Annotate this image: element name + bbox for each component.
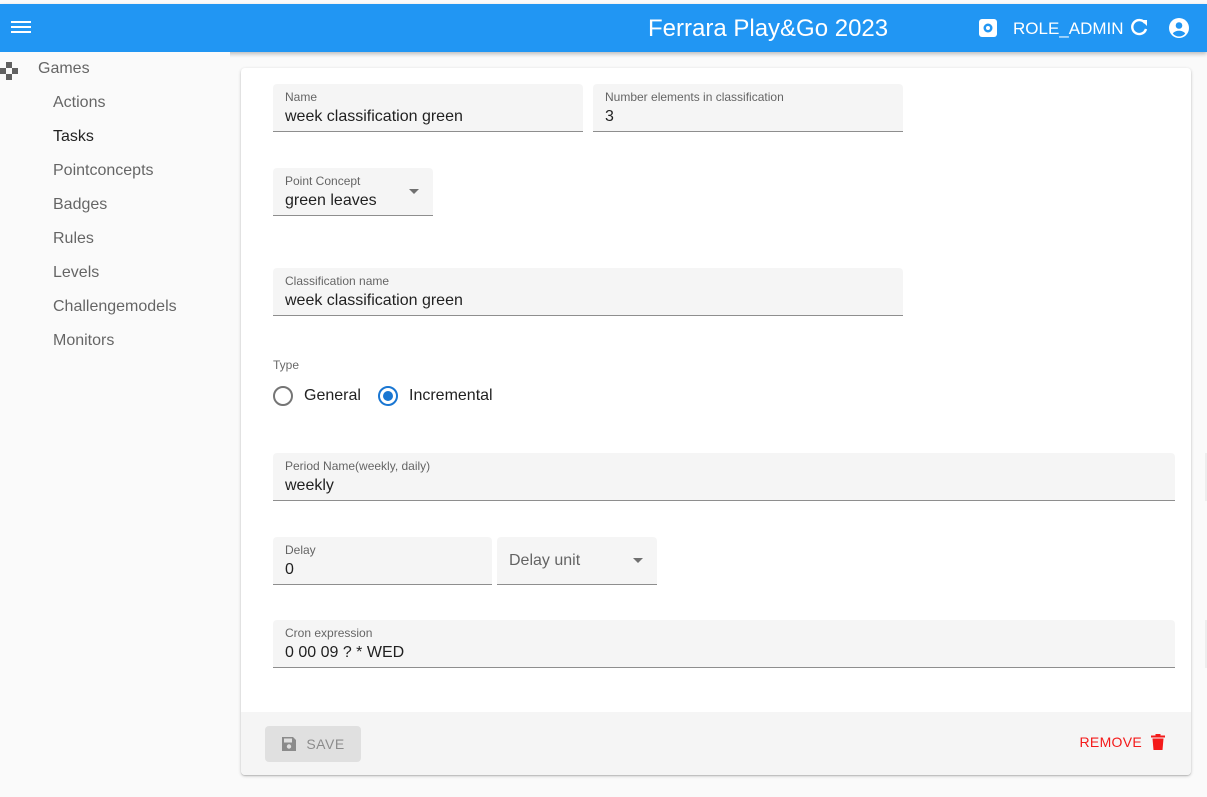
type-radio-incremental[interactable]: Incremental bbox=[378, 386, 493, 406]
radio-checked-icon bbox=[378, 386, 398, 406]
delay-unit-select[interactable]: Delay unit bbox=[497, 537, 657, 585]
cron-expression-field[interactable]: Cron expression 0 00 09 ? * WED bbox=[273, 620, 1175, 668]
type-radio-incremental-label: Incremental bbox=[409, 387, 493, 404]
sidebar-item-actions[interactable]: Actions bbox=[53, 94, 105, 112]
sidebar-item-pointconcepts[interactable]: Pointconcepts bbox=[53, 162, 154, 180]
name-field[interactable]: Name week classification green bbox=[273, 84, 583, 132]
cron-expression-value: 0 00 09 ? * WED bbox=[285, 644, 405, 661]
point-concept-label: Point Concept bbox=[285, 174, 361, 188]
delay-label: Delay bbox=[285, 543, 316, 557]
menu-icon[interactable] bbox=[10, 18, 32, 38]
number-elements-field[interactable]: Number elements in classification 3 bbox=[593, 84, 903, 132]
sidebar-item-challengemodels[interactable]: Challengemodels bbox=[53, 298, 177, 316]
delete-icon bbox=[1151, 734, 1165, 750]
chevron-down-icon bbox=[633, 558, 643, 563]
classification-name-label: Classification name bbox=[285, 274, 390, 288]
refresh-icon[interactable] bbox=[1128, 17, 1150, 39]
type-radio-general-label: General bbox=[304, 387, 361, 404]
sidebar: Games Actions Tasks Pointconcepts Badges… bbox=[0, 52, 230, 797]
task-form-card: Name week classification green Number el… bbox=[241, 68, 1191, 775]
save-label: SAVE bbox=[306, 736, 345, 752]
chevron-down-icon bbox=[409, 189, 419, 194]
delay-unit-placeholder: Delay unit bbox=[509, 552, 581, 569]
user-role: ROLE_ADMIN bbox=[1013, 19, 1124, 38]
save-button[interactable]: SAVE bbox=[265, 726, 361, 762]
sidebar-section-games[interactable]: Games bbox=[38, 60, 90, 78]
sidebar-item-badges[interactable]: Badges bbox=[53, 196, 107, 214]
sidebar-item-rules[interactable]: Rules bbox=[53, 230, 94, 248]
remove-button[interactable]: REMOVE bbox=[1080, 734, 1165, 750]
classification-name-value: week classification green bbox=[285, 292, 463, 309]
settings-icon[interactable] bbox=[977, 17, 999, 39]
number-elements-value: 3 bbox=[605, 108, 614, 125]
number-elements-label: Number elements in classification bbox=[605, 90, 784, 104]
games-icon bbox=[0, 60, 18, 82]
save-icon bbox=[282, 737, 297, 751]
name-value: week classification green bbox=[285, 108, 463, 125]
remove-label: REMOVE bbox=[1079, 734, 1142, 750]
type-radio-general[interactable]: General bbox=[273, 386, 361, 406]
point-concept-value: green leaves bbox=[285, 192, 377, 209]
account-icon[interactable] bbox=[1168, 17, 1190, 39]
name-label: Name bbox=[285, 90, 318, 104]
period-name-field[interactable]: Period Name(weekly, daily) weekly bbox=[273, 453, 1175, 501]
form-actions: SAVE REMOVE bbox=[241, 712, 1191, 775]
period-name-label: Period Name(weekly, daily) bbox=[285, 459, 431, 473]
app-title: Ferrara Play&Go 2023 bbox=[648, 15, 889, 42]
cron-expression-label: Cron expression bbox=[285, 626, 373, 640]
period-name-value: weekly bbox=[285, 477, 334, 494]
app-toolbar: Ferrara Play&Go 2023 ROLE_ADMIN bbox=[0, 4, 1207, 52]
sidebar-item-monitors[interactable]: Monitors bbox=[53, 332, 114, 350]
sidebar-item-tasks[interactable]: Tasks bbox=[53, 128, 94, 146]
classification-name-field[interactable]: Classification name week classification … bbox=[273, 268, 903, 316]
delay-value: 0 bbox=[285, 561, 294, 578]
radio-unchecked-icon bbox=[273, 386, 293, 406]
type-label: Type bbox=[273, 358, 300, 372]
point-concept-select[interactable]: Point Concept green leaves bbox=[273, 168, 433, 216]
delay-field[interactable]: Delay 0 bbox=[273, 537, 492, 585]
sidebar-item-levels[interactable]: Levels bbox=[53, 264, 99, 282]
